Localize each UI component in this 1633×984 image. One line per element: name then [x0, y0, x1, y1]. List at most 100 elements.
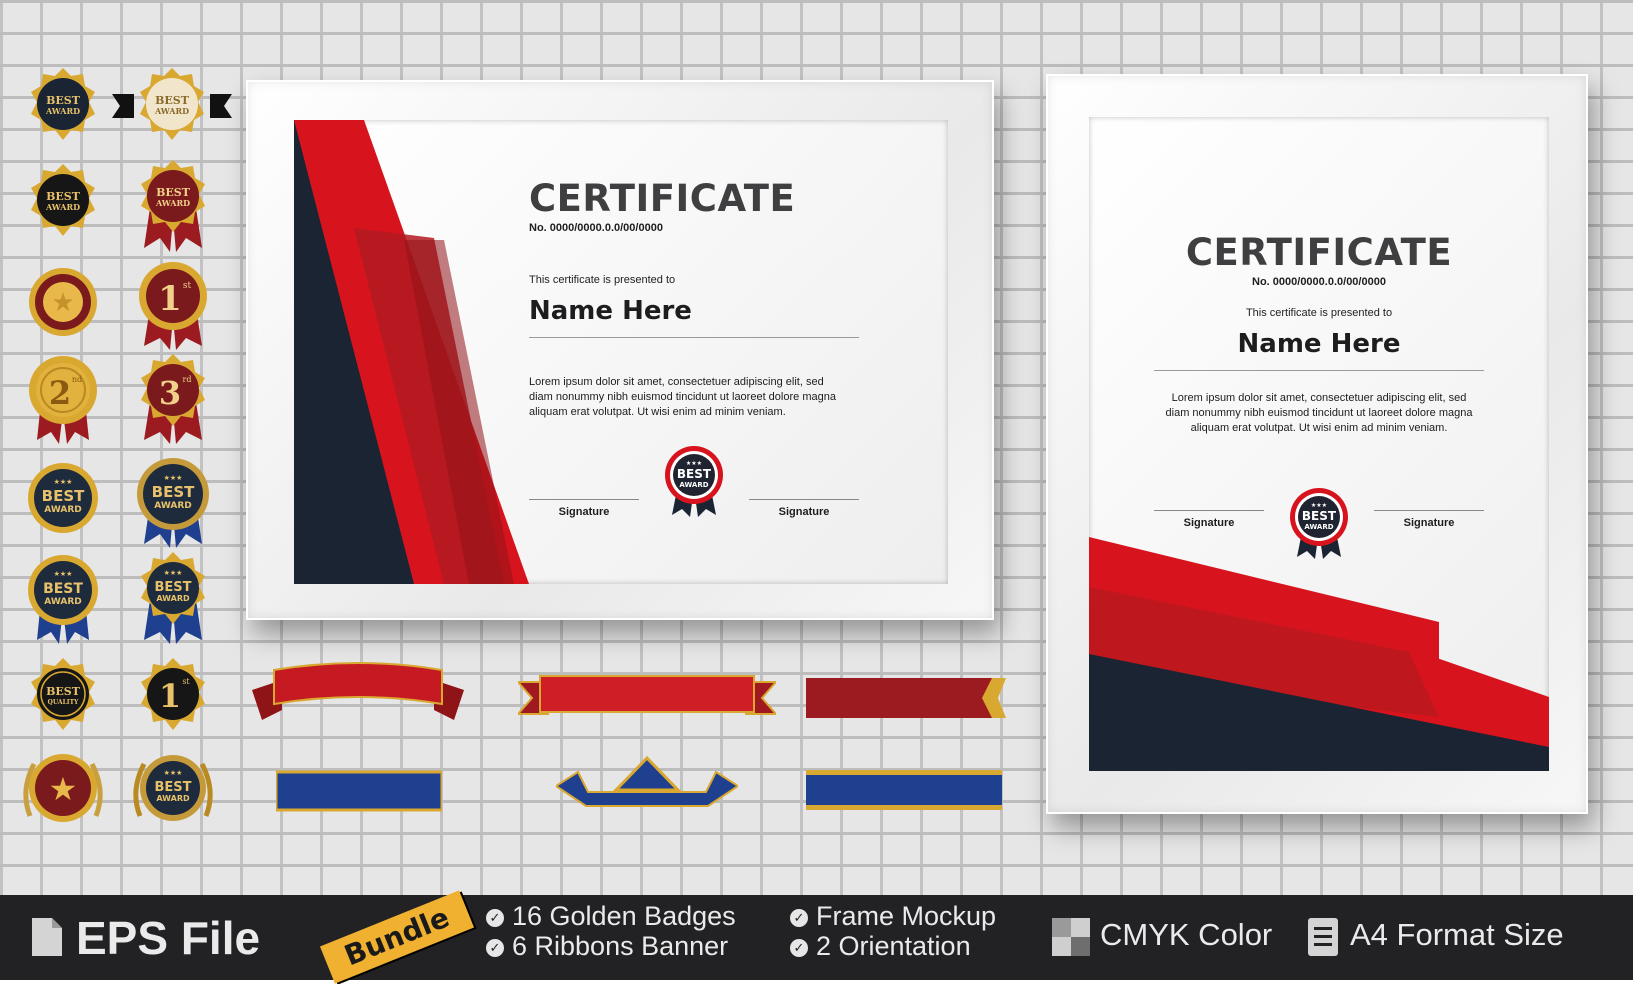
badge-text-bottom: AWARD — [45, 202, 80, 212]
star-laurel-badge: ★ — [23, 754, 103, 822]
name-underline — [529, 337, 859, 338]
body-line: Lorem ipsum dolor sit amet, consectetuer… — [529, 376, 824, 388]
recipient-name: Name Here — [529, 296, 692, 326]
badge-stars: ★★★ — [164, 474, 183, 482]
check-icon: ✓ — [790, 938, 808, 957]
certificate-title: CERTIFICATE — [1185, 231, 1453, 274]
cmyk-icon — [1052, 918, 1090, 956]
signature-line-left — [529, 499, 639, 500]
badge-text-top: BEST — [152, 483, 195, 501]
star-icon: ★ — [49, 770, 78, 808]
feature-golden-badges: ✓ 16 Golden Badges — [486, 901, 736, 932]
badge-suffix: st — [182, 677, 190, 686]
best-award-badge-red-ribbon: BEST AWARD — [141, 160, 205, 252]
best-award-badge-navy: BEST AWARD — [31, 68, 95, 140]
badge-text-bottom: AWARD — [156, 794, 190, 803]
bundle-tag: Bundle — [319, 890, 475, 984]
best-award-badge-scalloped-blue: ★★★ BEST AWARD — [141, 552, 205, 644]
badge-text-top: BEST — [154, 780, 191, 795]
star-badge-gold: ★ — [29, 268, 97, 336]
third-place-badge: 3 rd — [141, 354, 205, 444]
eps-file-label: EPS File — [76, 912, 261, 964]
red-curved-ribbon-banner — [252, 662, 464, 720]
blue-crown-ribbon-banner — [556, 755, 738, 807]
signature-label-right: Signature — [778, 506, 830, 518]
body-line: Lorem ipsum dolor sit amet, consectetuer… — [1171, 392, 1467, 404]
badge-text-bottom: AWARD — [44, 597, 81, 607]
seal-top-text: BEST — [1302, 509, 1337, 523]
blue-banner-gold-edge — [806, 770, 1002, 810]
body-line: diam nonummy nibh euismod tincidunt ut l… — [529, 391, 836, 403]
best-award-badge-navy-round: ★★★ BEST AWARD — [28, 463, 98, 533]
seal-top-text: BEST — [677, 467, 712, 481]
certificate-body: Lorem ipsum dolor sit amet, consectetuer… — [1089, 391, 1549, 436]
portrait-red-shapes — [1089, 537, 1549, 771]
portrait-certificate: CERTIFICATE No. 0000/0000.0.0/00/0000 Th… — [1089, 117, 1549, 771]
feature-label: 16 Golden Badges — [512, 901, 736, 931]
seal-bottom-text: AWARD — [1304, 523, 1333, 531]
signature-line-right — [749, 499, 859, 500]
badge-text-bottom: AWARD — [154, 106, 189, 116]
feature-frame-mockup: ✓ Frame Mockup — [790, 901, 996, 932]
badge-stars: ★★★ — [164, 569, 183, 577]
badge-suffix: rd — [183, 375, 192, 384]
presented-text: This certificate is presented to — [1245, 307, 1393, 319]
badge-text-top: BEST — [154, 580, 191, 595]
seal-bottom-text: AWARD — [679, 481, 708, 489]
name-underline — [1154, 370, 1484, 371]
best-quality-badge: BEST QUALITY — [31, 658, 95, 730]
badge-text-bottom: AWARD — [155, 198, 190, 208]
signature-label-right: Signature — [1403, 517, 1455, 529]
badge-number: 1 — [158, 279, 182, 319]
blue-straight-ribbon-banner — [276, 770, 442, 812]
first-place-badge: 1 st — [139, 262, 207, 350]
certificate-title: CERTIFICATE — [529, 177, 796, 220]
first-place-badge-black: 1 st — [141, 658, 205, 730]
star-icon: ★ — [51, 288, 74, 318]
body-line: diam nonummy nibh euismod tincidunt ut l… — [1165, 407, 1473, 419]
best-award-badge-blue-ribbon: ★★★ BEST AWARD — [137, 458, 209, 548]
best-award-badge-navy-blue-ribbon: ★★★ BEST AWARD — [28, 555, 98, 644]
feature-orientation: ✓ 2 Orientation — [790, 931, 971, 962]
badge-text-bottom: AWARD — [156, 594, 190, 603]
best-award-badge-cream: BEST AWARD — [112, 68, 232, 140]
signature-line-left — [1154, 510, 1264, 511]
badge-suffix: nd — [72, 375, 82, 384]
badge-text-top: BEST — [43, 581, 83, 597]
signature-label-left: Signature — [1183, 517, 1235, 529]
badge-stars: ★★★ — [164, 769, 183, 777]
seal-stars: ★★★ — [686, 460, 702, 467]
seal-stars: ★★★ — [1311, 502, 1327, 509]
footer-bar: EPS File Bundle ✓ 16 Golden Badges ✓ 6 Rib… — [0, 890, 1633, 984]
certificate-body: Lorem ipsum dolor sit amet, consectetuer… — [529, 375, 869, 420]
check-icon: ✓ — [790, 908, 808, 927]
certificate-number: No. 0000/0000.0.0/00/0000 — [529, 222, 663, 234]
body-line: aliquam erat volutpat. Ut wisi enim ad m… — [1190, 422, 1448, 434]
feature-label: Frame Mockup — [816, 901, 997, 931]
badge-number: 2 — [49, 374, 71, 412]
best-award-badge-black: BEST AWARD — [31, 164, 95, 236]
feature-label: 2 Orientation — [816, 931, 971, 961]
body-line: aliquam erat volutpat. Ut wisi enim ad m… — [529, 406, 786, 418]
file-icon — [32, 918, 62, 956]
best-award-seal: ★★★ BEST AWARD — [665, 446, 723, 517]
badge-suffix: st — [183, 281, 192, 291]
badge-text-bottom: AWARD — [154, 501, 191, 511]
red-tag-ribbon-banner — [806, 678, 1006, 718]
red-straight-ribbon-banner — [518, 675, 776, 715]
a4-format-label: A4 Format Size — [1350, 917, 1564, 952]
badge-text-bottom: AWARD — [44, 505, 81, 515]
feature-ribbons-banner: ✓ 6 Ribbons Banner — [486, 931, 728, 962]
bundle-label: Bundle — [339, 900, 454, 973]
document-icon — [1308, 918, 1338, 956]
badge-text-top: BEST — [42, 487, 85, 505]
badge-stars: ★★★ — [54, 478, 73, 486]
recipient-name: Name Here — [1237, 329, 1401, 359]
signature-line-right — [1374, 510, 1484, 511]
check-icon: ✓ — [486, 908, 504, 927]
landscape-certificate: CERTIFICATE No. 0000/0000.0.0/00/0000 Th… — [294, 120, 948, 584]
badge-text-bottom: AWARD — [45, 106, 80, 116]
check-icon: ✓ — [486, 938, 504, 957]
certificate-number: No. 0000/0000.0.0/00/0000 — [1252, 276, 1386, 288]
badge-number: 3 — [159, 374, 181, 412]
